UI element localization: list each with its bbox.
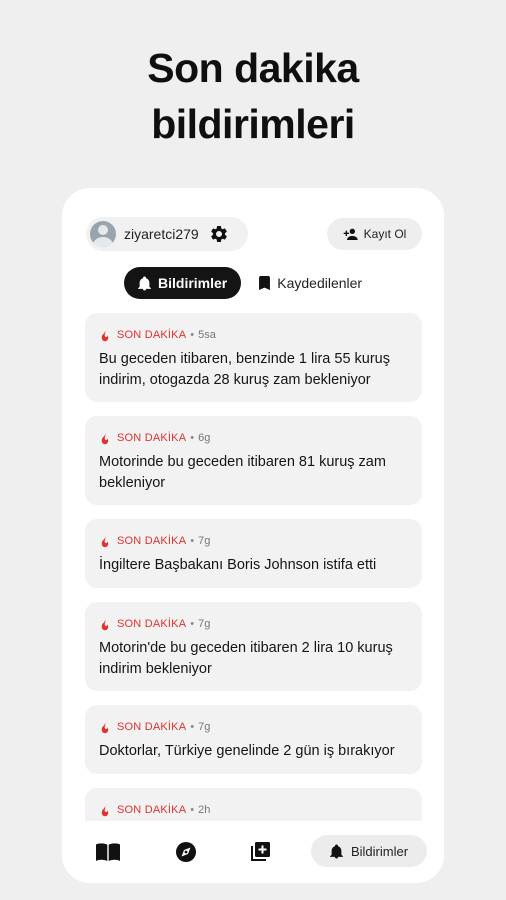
- add-user-icon: [343, 228, 358, 240]
- notification-card[interactable]: SON DAKİKA • 5sa Bu geceden itibaren, be…: [85, 313, 422, 402]
- page-headline: Son dakika bildirimleri: [0, 40, 506, 152]
- breaking-tag: SON DAKİKA: [117, 329, 187, 341]
- notification-title: Motorin'de bu geceden itibaren 2 lira 10…: [99, 640, 393, 677]
- breaking-tag: SON DAKİKA: [117, 432, 187, 444]
- notification-card[interactable]: SON DAKİKA • 7g Motorin'de bu geceden it…: [85, 602, 422, 691]
- tab-bar: Bildirimler Kaydedilenler: [124, 267, 376, 299]
- nav-notifications-label: Bildirimler: [350, 843, 409, 859]
- bell-icon: [138, 275, 151, 291]
- bell-icon: [329, 843, 343, 859]
- breaking-tag: SON DAKİKA: [117, 721, 187, 733]
- top-bar: ziyaretci279 Kayıt Ol: [62, 188, 444, 251]
- register-label: Kayıt Ol: [363, 227, 407, 241]
- notification-title: Doktorlar, Türkiye genelinde 2 gün iş bı…: [99, 743, 395, 759]
- add-library-icon[interactable]: [247, 839, 273, 865]
- notification-meta: SON DAKİKA • 7g: [99, 719, 408, 735]
- headline-line-2: bildirimleri: [151, 101, 355, 147]
- tab-notifications-label: Bildirimler: [158, 275, 228, 291]
- breaking-tag: SON DAKİKA: [117, 618, 187, 630]
- bottom-navigation: Bildirimler: [62, 821, 444, 883]
- fire-icon: [101, 431, 109, 444]
- notification-card[interactable]: SON DAKİKA • 7g Doktorlar, Türkiye genel…: [85, 705, 422, 774]
- breaking-tag: SON DAKİKA: [117, 804, 187, 816]
- timestamp: 5sa: [198, 329, 216, 341]
- fire-icon: [101, 720, 109, 733]
- notification-meta: SON DAKİKA • 2h: [99, 802, 408, 818]
- user-profile-chip[interactable]: ziyaretci279: [86, 217, 248, 251]
- gear-icon[interactable]: [209, 224, 229, 244]
- fire-icon: [101, 803, 109, 816]
- book-icon[interactable]: [95, 839, 121, 865]
- notification-title: Bu geceden itibaren, benzinde 1 lira 55 …: [99, 351, 390, 388]
- avatar: [90, 221, 116, 247]
- timestamp: 7g: [198, 721, 211, 733]
- timestamp: 7g: [198, 535, 211, 547]
- tab-saved[interactable]: Kaydedilenler: [245, 267, 376, 299]
- notification-meta: SON DAKİKA • 7g: [99, 533, 408, 549]
- notification-meta: SON DAKİKA • 6g: [99, 430, 408, 446]
- notification-card[interactable]: SON DAKİKA • 7g İngiltere Başbakanı Bori…: [85, 519, 422, 588]
- timestamp: 6g: [198, 432, 211, 444]
- nav-notifications-active[interactable]: Bildirimler: [311, 835, 427, 867]
- notification-title: İngiltere Başbakanı Boris Johnson istifa…: [99, 557, 377, 573]
- bookmark-icon: [259, 276, 271, 290]
- notification-title: Motorinde bu geceden itibaren 81 kuruş z…: [99, 454, 386, 491]
- register-button[interactable]: Kayıt Ol: [327, 218, 422, 250]
- fire-icon: [101, 534, 109, 547]
- notification-meta: SON DAKİKA • 5sa: [99, 327, 408, 343]
- notification-list: SON DAKİKA • 5sa Bu geceden itibaren, be…: [85, 313, 422, 871]
- headline-line-1: Son dakika: [147, 45, 359, 91]
- tab-notifications[interactable]: Bildirimler: [124, 267, 242, 299]
- notification-meta: SON DAKİKA • 7g: [99, 616, 408, 632]
- compass-icon[interactable]: [173, 839, 199, 865]
- breaking-tag: SON DAKİKA: [117, 535, 187, 547]
- notification-card[interactable]: SON DAKİKA • 6g Motorinde bu geceden iti…: [85, 416, 422, 505]
- username: ziyaretci279: [124, 226, 199, 242]
- tab-saved-label: Kaydedilenler: [277, 275, 363, 291]
- fire-icon: [101, 328, 109, 341]
- timestamp: 2h: [198, 804, 211, 816]
- fire-icon: [101, 617, 109, 630]
- timestamp: 7g: [198, 618, 211, 630]
- phone-screen: ziyaretci279 Kayıt Ol Bildirimler Kayded…: [62, 188, 444, 883]
